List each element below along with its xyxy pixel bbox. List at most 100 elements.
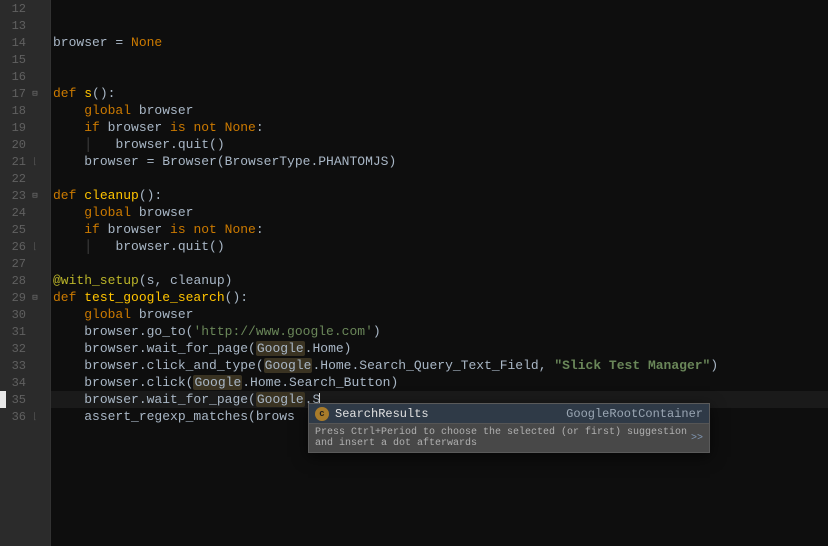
line-number: 35	[6, 393, 26, 407]
fold-marker[interactable]	[28, 191, 42, 201]
code-line[interactable]: browser.go_to('http://www.google.com')	[51, 323, 828, 340]
line-number: 18	[6, 104, 26, 118]
fold-marker[interactable]	[28, 89, 42, 99]
code-line[interactable]	[51, 0, 828, 17]
token-ident: .Home.Search_Query_Text_Field	[312, 358, 538, 373]
gutter-row: 33	[0, 357, 50, 374]
code-line[interactable]: browser.click(Google.Home.Search_Button)	[51, 374, 828, 391]
gutter-row: 29	[0, 289, 50, 306]
code-area[interactable]: browser = Nonedef s(): global browser if…	[51, 0, 828, 546]
gutter-row: 26	[0, 238, 50, 255]
autocomplete-hint-more-icon[interactable]: >>	[691, 433, 703, 444]
line-number: 14	[6, 36, 26, 50]
token-ident: browser	[53, 35, 115, 50]
token-punc: ():	[225, 290, 248, 305]
gutter-row: 12	[0, 0, 50, 17]
gutter-row: 35	[0, 391, 50, 408]
token-indent	[53, 205, 84, 220]
token-indent	[53, 341, 84, 356]
token-hl: Google	[256, 341, 305, 356]
autocomplete-hint: Press Ctrl+Period to choose the selected…	[309, 423, 709, 452]
token-none-kw: None	[131, 35, 162, 50]
gutter-row: 25	[0, 221, 50, 238]
line-number: 21	[6, 155, 26, 169]
fold-marker[interactable]	[28, 412, 42, 422]
fold-marker[interactable]	[28, 293, 42, 303]
token-kw: def	[53, 290, 84, 305]
token-fn: test_google_search	[84, 290, 224, 305]
code-line[interactable]: @with_setup(s, cleanup)	[51, 272, 828, 289]
autocomplete-hint-text: Press Ctrl+Period to choose the selected…	[315, 427, 691, 449]
code-line[interactable]: def s():	[51, 85, 828, 102]
code-editor[interactable]: 1213141516171819202122232425262728293031…	[0, 0, 828, 546]
token-kw: def	[53, 188, 84, 203]
fold-marker[interactable]	[28, 157, 42, 167]
line-number: 26	[6, 240, 26, 254]
code-line[interactable]: browser.click_and_type(Google.Home.Searc…	[51, 357, 828, 374]
code-line[interactable]	[51, 51, 828, 68]
line-number: 20	[6, 138, 26, 152]
line-number: 34	[6, 376, 26, 390]
token-ident: browser = Browser(BrowserType.PHANTOMJS)	[84, 154, 396, 169]
token-fn: cleanup	[84, 188, 139, 203]
token-str: 'http://www.google.com'	[193, 324, 372, 339]
gutter-row: 24	[0, 204, 50, 221]
token-punc: )	[373, 324, 381, 339]
autocomplete-popup[interactable]: cSearchResultsGoogleRootContainer Press C…	[308, 403, 710, 453]
autocomplete-item[interactable]: cSearchResultsGoogleRootContainer	[309, 404, 709, 423]
line-number: 15	[6, 53, 26, 67]
token-punc: (s	[139, 273, 155, 288]
token-punc: ():	[92, 86, 115, 101]
line-number: 30	[6, 308, 26, 322]
gutter-row: 15	[0, 51, 50, 68]
code-line[interactable]: if browser is not None:	[51, 221, 828, 238]
token-punc: ,	[539, 358, 555, 373]
gutter-row: 27	[0, 255, 50, 272]
token-fn: s	[84, 86, 92, 101]
code-line[interactable]: browser = None	[51, 34, 828, 51]
code-line[interactable]: browser.wait_for_page(Google.Home)	[51, 340, 828, 357]
gutter-row: 13	[0, 17, 50, 34]
line-number: 32	[6, 342, 26, 356]
gutter-row: 23	[0, 187, 50, 204]
token-ident: browser.quit()	[115, 239, 224, 254]
fold-marker[interactable]	[28, 242, 42, 252]
token-ident: browser.click_and_type(	[84, 358, 263, 373]
line-number: 27	[6, 257, 26, 271]
token-ident: browser.quit()	[115, 137, 224, 152]
code-line[interactable]: │ browser.quit()	[51, 136, 828, 153]
token-guide: │	[84, 239, 115, 254]
token-indent	[53, 392, 84, 407]
token-indent	[53, 375, 84, 390]
code-line[interactable]: browser = Browser(BrowserType.PHANTOMJS)	[51, 153, 828, 170]
code-line[interactable]: global browser	[51, 102, 828, 119]
code-line[interactable]: global browser	[51, 306, 828, 323]
gutter-row: 34	[0, 374, 50, 391]
code-line[interactable]	[51, 170, 828, 187]
code-line[interactable]	[51, 17, 828, 34]
gutter-row: 18	[0, 102, 50, 119]
line-number: 19	[6, 121, 26, 135]
gutter-row: 31	[0, 323, 50, 340]
line-number: 25	[6, 223, 26, 237]
code-line[interactable]	[51, 255, 828, 272]
code-line[interactable]: if browser is not None:	[51, 119, 828, 136]
line-number: 17	[6, 87, 26, 101]
code-line[interactable]	[51, 68, 828, 85]
token-indent	[53, 103, 84, 118]
gutter-row: 19	[0, 119, 50, 136]
code-line[interactable]: def test_google_search():	[51, 289, 828, 306]
token-ident: browser	[139, 307, 194, 322]
token-kw: global	[84, 205, 139, 220]
token-ident: .Home.Search_Button)	[242, 375, 398, 390]
code-line[interactable]: global browser	[51, 204, 828, 221]
token-indent	[53, 409, 84, 424]
token-hl: Google	[256, 392, 305, 407]
code-line[interactable]: def cleanup():	[51, 187, 828, 204]
gutter-row: 36	[0, 408, 50, 425]
token-kw: global	[84, 307, 139, 322]
line-number: 28	[6, 274, 26, 288]
code-line[interactable]: │ browser.quit()	[51, 238, 828, 255]
token-none-kw: None	[225, 120, 256, 135]
token-indent	[53, 137, 84, 152]
